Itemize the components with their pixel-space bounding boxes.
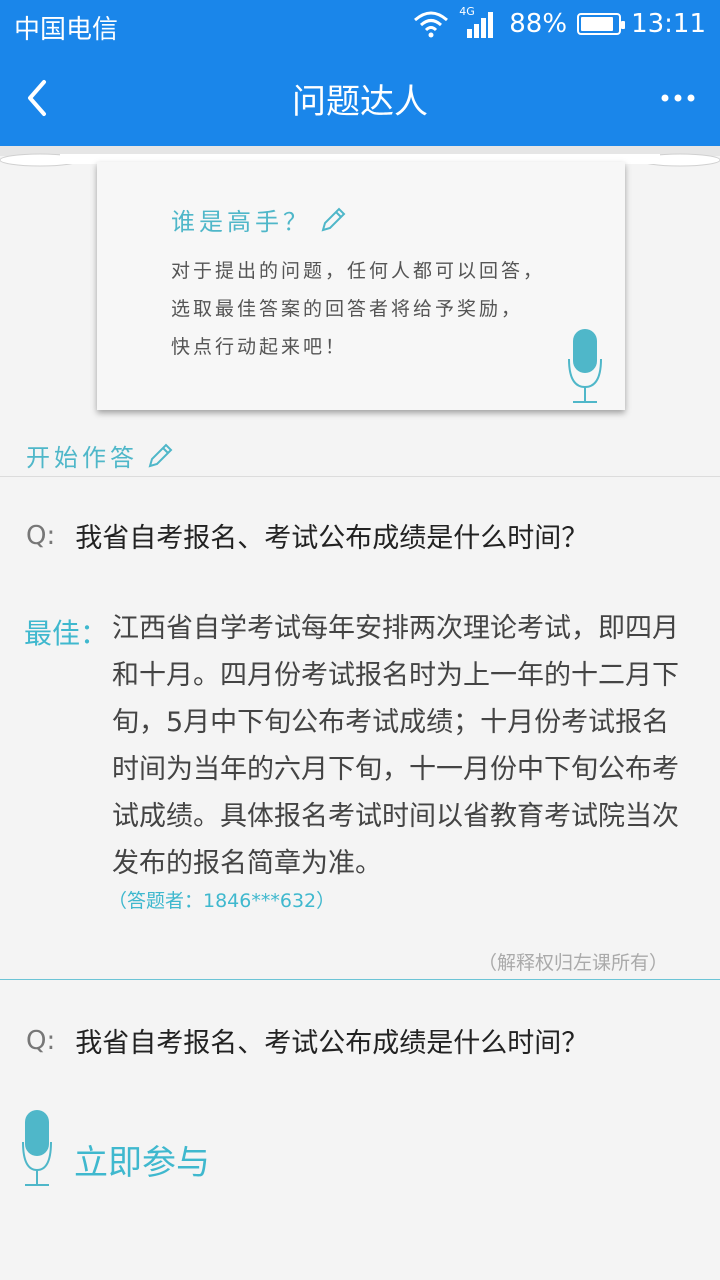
pencil-icon <box>321 207 346 231</box>
join-now-label: 立即参与 <box>74 1143 210 1183</box>
start-answering-text: 开始作答 <box>26 444 138 472</box>
copyright-note: （解释权归左课所有） <box>477 952 668 974</box>
question-text: 我省自考报名、考试公布成绩是什么时间？ <box>75 1028 589 1059</box>
clock: 13:11 <box>631 9 706 39</box>
question-prefix: Q: <box>26 520 56 551</box>
page-title: 问题达人 <box>292 82 428 122</box>
nav-bar: 问题达人 <box>0 50 720 146</box>
battery-percent: 88% <box>509 9 568 39</box>
intro-heading: 谁是高手？ <box>171 202 347 237</box>
best-answer-label: 最佳： <box>24 617 109 650</box>
signal-icon: 4G <box>459 5 499 39</box>
wifi-icon <box>414 11 449 38</box>
battery-icon <box>577 13 626 35</box>
divider <box>0 476 720 477</box>
question-row[interactable]: Q: 我省自考报名、考试公布成绩是什么时间？ <box>26 1021 588 1060</box>
more-dots-icon[interactable] <box>656 76 700 120</box>
intro-card: 谁是高手？ 对于提出的问题，任何人都可以回答， 选取最佳答案的回答者将给予奖励，… <box>97 162 625 410</box>
start-answering-label[interactable]: 开始作答 <box>26 438 174 473</box>
question-text: 我省自考报名、考试公布成绩是什么时间？ <box>75 523 589 554</box>
intro-heading-text: 谁是高手？ <box>171 208 311 236</box>
status-bar: 中国电信 4G 88% 13:11 <box>0 0 720 50</box>
status-icons: 4G 88% 13:11 <box>413 5 706 39</box>
pencil-icon <box>148 443 173 467</box>
intro-line-3: 快点行动起来吧！ <box>171 336 348 358</box>
microphone-icon <box>22 1110 52 1186</box>
intro-line-1: 对于提出的问题，任何人都可以回答， <box>171 260 546 282</box>
divider <box>0 979 720 980</box>
best-answer-text: 江西省自学考试每年安排两次理论考试，即四月和十月。四月份考试报名时为上一年的十二… <box>112 613 679 879</box>
question-row[interactable]: Q: 我省自考报名、考试公布成绩是什么时间？ <box>26 516 588 555</box>
answerer-label: （答题者：1846***632） <box>108 890 336 912</box>
intro-line-2: 选取最佳答案的回答者将给予奖励， <box>171 298 524 320</box>
join-now-button[interactable]: 立即参与 <box>22 1108 210 1188</box>
carrier-label: 中国电信 <box>14 15 119 45</box>
microphone-icon <box>568 329 602 403</box>
battery-fill <box>581 17 614 31</box>
question-prefix: Q: <box>26 1025 56 1056</box>
